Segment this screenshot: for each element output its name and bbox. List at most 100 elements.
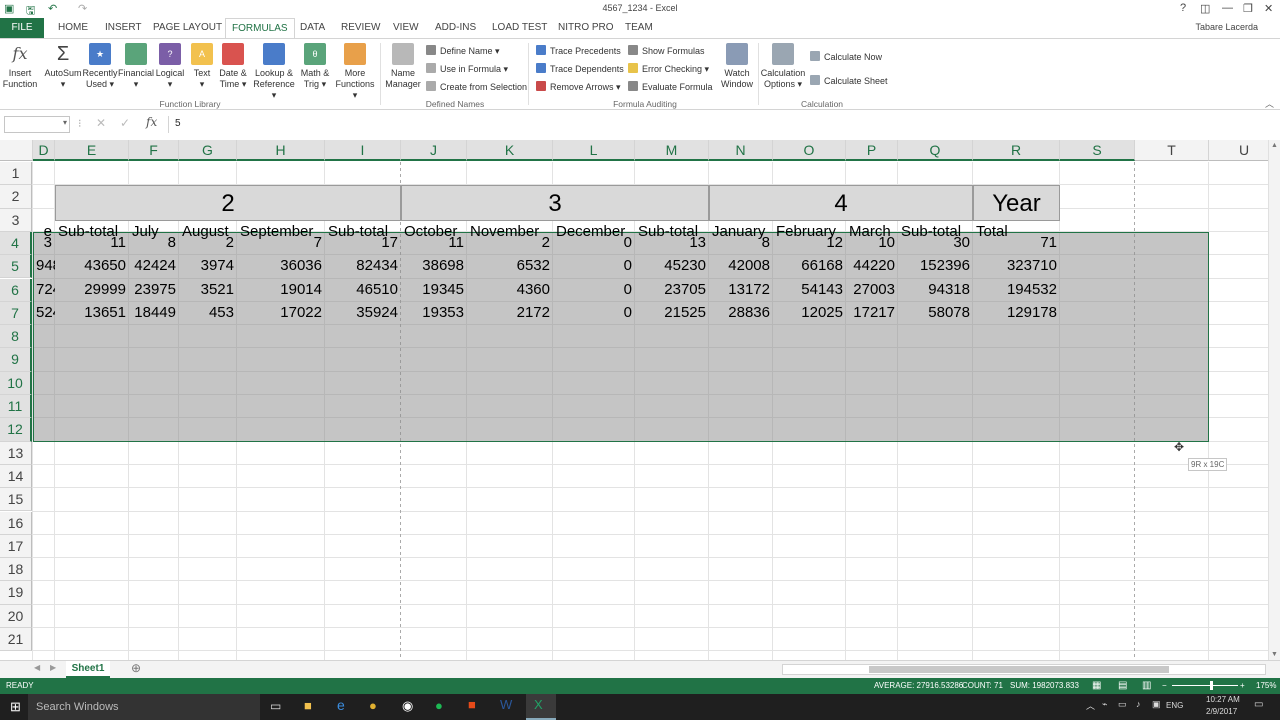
tab-add-ins[interactable]: ADD-INS (435, 18, 476, 38)
insert-function-button[interactable]: fx Insert Function (2, 43, 38, 90)
tab-insert[interactable]: INSERT (105, 18, 142, 38)
zoom-slider[interactable] (1172, 685, 1238, 686)
recently-used-button[interactable]: ★ Recently Used ▾ (82, 43, 118, 90)
next-sheet-icon[interactable]: ▶ (50, 663, 56, 672)
select-all-corner[interactable] (0, 140, 33, 161)
row-header-9[interactable]: 9 (0, 348, 32, 372)
spotify-icon[interactable]: ● (435, 698, 443, 713)
row-header-4[interactable]: 4 (0, 231, 32, 256)
task-view-icon[interactable]: ▭ (270, 699, 281, 713)
row-header-10[interactable]: 10 (0, 371, 32, 395)
collapse-ribbon-icon[interactable]: ︿ (1265, 97, 1274, 110)
financial-button[interactable]: Financial ▾ (118, 43, 154, 90)
zoom-out-icon[interactable]: − (1162, 678, 1167, 694)
notifications-icon[interactable]: ▭ (1254, 699, 1263, 710)
row-header-12[interactable]: 12 (0, 418, 32, 442)
nitro-icon[interactable]: ■ (468, 697, 476, 712)
prev-sheet-icon[interactable]: ◀ (34, 663, 40, 672)
tab-file[interactable]: FILE (0, 18, 44, 38)
row-header-8[interactable]: 8 (0, 325, 32, 349)
row-header-15[interactable]: 15 (0, 488, 32, 512)
row-header-21[interactable]: 21 (0, 628, 32, 652)
horizontal-scroll-thumb[interactable] (869, 666, 1169, 673)
column-header-o[interactable]: O (773, 140, 846, 161)
page-layout-view-icon[interactable]: ▤ (1118, 678, 1127, 694)
zoom-in-icon[interactable]: + (1240, 678, 1245, 694)
column-header-q[interactable]: Q (898, 140, 973, 161)
ribbon-display-icon[interactable]: ◫ (1200, 2, 1210, 15)
column-header-p[interactable]: P (846, 140, 898, 161)
scroll-up-icon[interactable]: ▲ (1271, 142, 1278, 149)
language-indicator[interactable]: ENG (1166, 701, 1183, 710)
column-header-i[interactable]: I (325, 140, 401, 161)
watch-window-button[interactable]: Watch Window (718, 43, 756, 90)
tab-formulas[interactable]: FORMULAS (225, 18, 295, 38)
column-header-e[interactable]: E (55, 140, 129, 161)
column-header-k[interactable]: K (467, 140, 553, 161)
column-header-d[interactable]: D (33, 140, 55, 161)
column-header-l[interactable]: L (553, 140, 635, 161)
chrome-icon[interactable]: ● (369, 698, 377, 713)
horizontal-scrollbar[interactable] (782, 664, 1266, 675)
page-break-view-icon[interactable]: ▥ (1142, 678, 1151, 694)
column-header-h[interactable]: H (237, 140, 325, 161)
tab-team[interactable]: TEAM (625, 18, 653, 38)
trace-dependents-button[interactable]: Trace Dependents (536, 63, 624, 74)
row-header-2[interactable]: 2 (0, 185, 32, 209)
column-header-g[interactable]: G (179, 140, 237, 161)
minimize-icon[interactable]: — (1222, 2, 1233, 14)
calculation-options-button[interactable]: Calculation Options ▾ (760, 43, 806, 90)
tab-view[interactable]: VIEW (393, 18, 419, 38)
row-header-11[interactable]: 11 (0, 395, 32, 419)
name-manager-button[interactable]: Name Manager (384, 43, 422, 90)
tab-home[interactable]: HOME (58, 18, 88, 38)
trace-precedents-button[interactable]: Trace Precedents (536, 45, 621, 56)
row-header-17[interactable]: 17 (0, 534, 32, 559)
enter-icon[interactable]: ✓ (120, 116, 130, 130)
windows-start-icon[interactable]: ⊞ (10, 699, 21, 715)
show-formulas-button[interactable]: Show Formulas (628, 45, 705, 56)
normal-view-icon[interactable]: ▦ (1092, 678, 1101, 694)
remove-arrows-button[interactable]: Remove Arrows ▾ (536, 81, 621, 93)
sheet-tab-sheet1[interactable]: Sheet1 (66, 661, 110, 678)
column-header-j[interactable]: J (401, 140, 467, 161)
help-icon[interactable]: ? (1180, 2, 1186, 14)
clock-time[interactable]: 10:27 AM (1206, 695, 1240, 704)
cancel-icon[interactable]: ✕ (96, 116, 106, 130)
close-icon[interactable]: ✕ (1264, 2, 1273, 15)
row-header-19[interactable]: 19 (0, 581, 32, 605)
edge-icon[interactable]: e (337, 697, 345, 713)
word-icon[interactable]: W (500, 697, 512, 712)
more-functions-button[interactable]: More Functions ▾ (334, 43, 376, 101)
scroll-down-icon[interactable]: ▼ (1271, 651, 1278, 658)
calculate-now-button[interactable]: Calculate Now (810, 51, 882, 62)
row-header-7[interactable]: 7 (0, 301, 32, 326)
clock-date[interactable]: 2/9/2017 (1206, 707, 1237, 716)
add-sheet-icon[interactable]: ⊕ (131, 661, 141, 675)
tab-load-test[interactable]: LOAD TEST (492, 18, 547, 38)
formula-input[interactable]: 5 (168, 116, 1276, 133)
taskbar-search-box[interactable]: Search Windows (28, 694, 260, 720)
row-header-6[interactable]: 6 (0, 278, 32, 302)
column-header-s[interactable]: S (1060, 140, 1135, 161)
column-header-m[interactable]: M (635, 140, 709, 161)
network-icon[interactable]: ⌁ (1102, 699, 1107, 710)
tab-page-layout[interactable]: PAGE LAYOUT (153, 18, 222, 38)
lookup-reference-button[interactable]: Lookup & Reference ▾ (252, 43, 296, 101)
create-from-selection-button[interactable]: Create from Selection (426, 81, 527, 92)
battery-icon[interactable]: ▭ (1118, 699, 1127, 710)
tab-data[interactable]: DATA (300, 18, 325, 38)
volume-icon[interactable]: ♪ (1136, 699, 1141, 709)
tab-review[interactable]: REVIEW (341, 18, 380, 38)
row-header-1[interactable]: 1 (0, 162, 32, 186)
insert-function-icon[interactable]: fx (146, 115, 157, 129)
row-header-20[interactable]: 20 (0, 604, 32, 628)
column-header-u[interactable]: U (1209, 140, 1268, 161)
zoom-slider-thumb[interactable] (1210, 681, 1213, 690)
text-button[interactable]: A Text ▾ (188, 43, 216, 90)
evaluate-formula-button[interactable]: Evaluate Formula (628, 81, 713, 92)
logical-button[interactable]: ? Logical ▾ (154, 43, 186, 90)
row-header-13[interactable]: 13 (0, 441, 32, 465)
column-header-f[interactable]: F (129, 140, 179, 161)
column-header-r[interactable]: R (973, 140, 1060, 161)
